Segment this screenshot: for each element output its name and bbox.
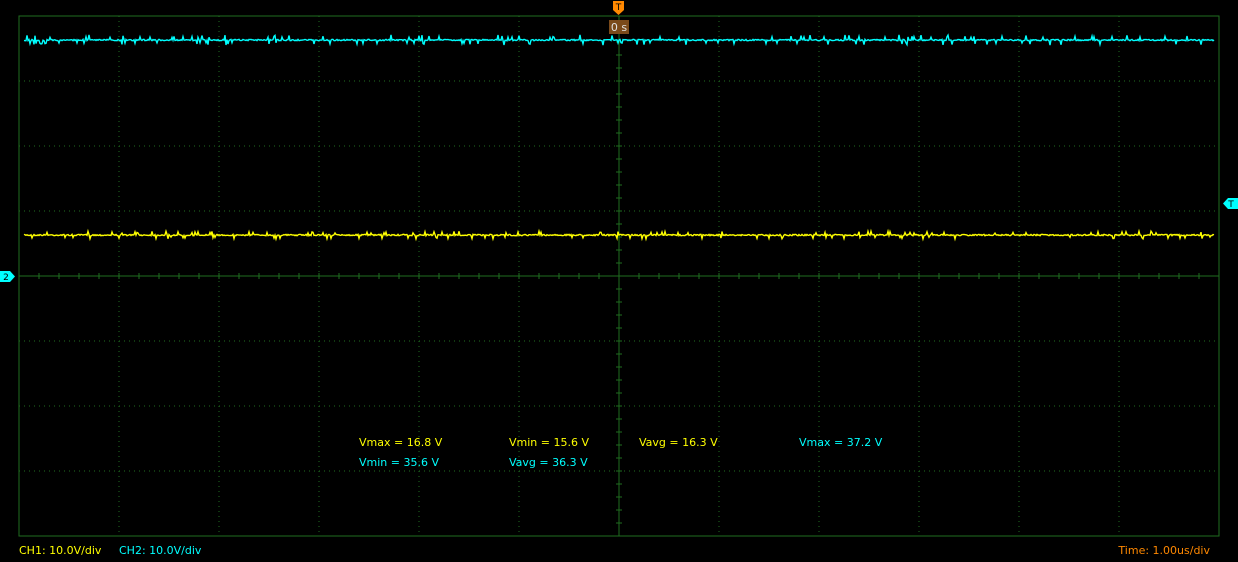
ch1-vavg-readout: Vavg = 16.3 V [639,436,718,449]
ch1-scale-label[interactable]: CH1: 10.0V/div [19,544,101,557]
ch2-scale-label[interactable]: CH2: 10.0V/div [119,544,201,557]
ch2-vavg-readout: Vavg = 36.3 V [509,456,588,469]
trigger-level-label: T [1227,200,1234,210]
ch2-ground-label: 2 [3,273,9,283]
trigger-time-label: 0 s [611,21,627,34]
timebase-label[interactable]: Time: 1.00us/div [1118,544,1210,557]
ch1-vmin-readout: Vmin = 15.6 V [509,436,589,449]
ch2-vmax-readout: Vmax = 37.2 V [799,436,883,449]
ch1-vmax-readout: Vmax = 16.8 V [359,436,443,449]
oscilloscope-display: T 0 s T 2 [0,0,1238,562]
trigger-marker-label: T [615,3,622,13]
ch2-vmin-readout: Vmin = 35.6 V [359,456,439,469]
